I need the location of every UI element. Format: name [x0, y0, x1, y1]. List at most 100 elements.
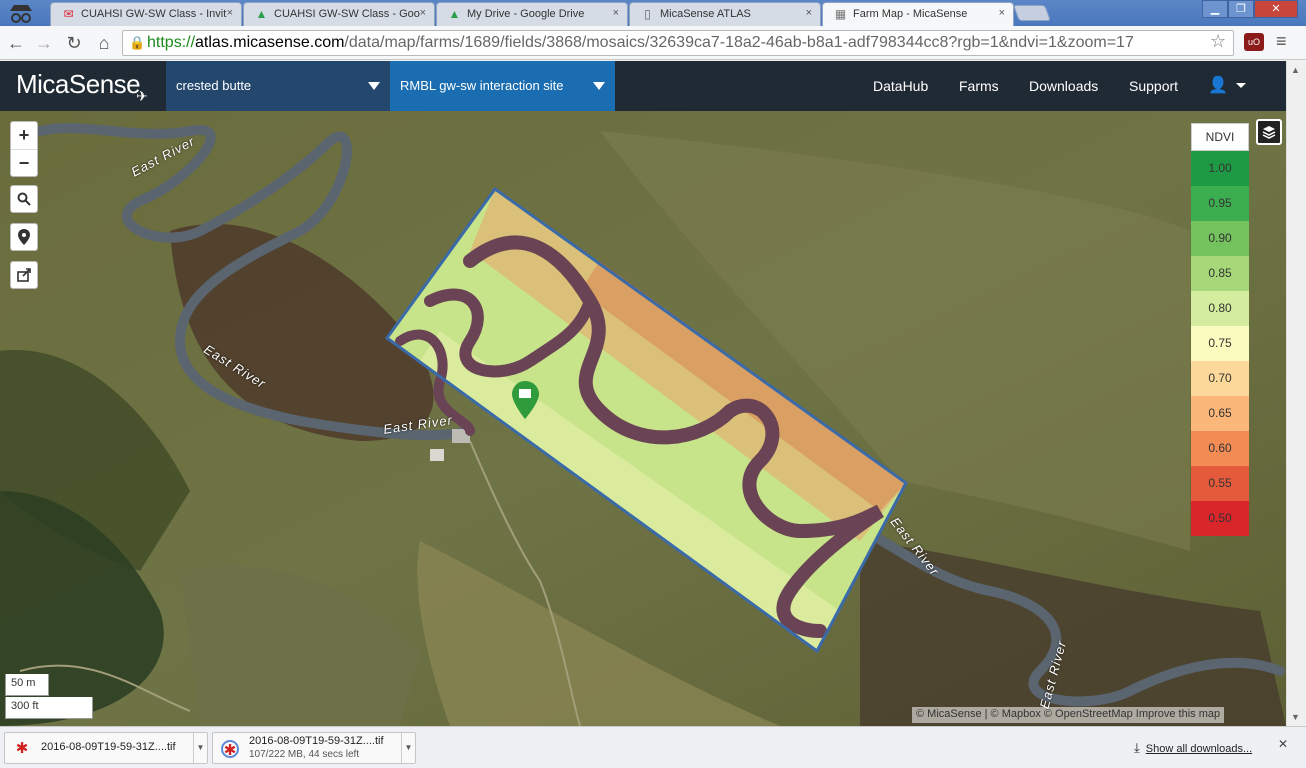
download-progress-text: 107/222 MB, 44 secs left	[249, 749, 360, 760]
ndvi-legend: NDVI 1.00 0.95 0.90 0.85 0.80 0.75 0.70 0.65 0.6…	[1191, 123, 1249, 536]
map-canvas[interactable]: East River East River East River East Ri…	[0, 111, 1286, 726]
close-icon[interactable]: ×	[420, 7, 426, 19]
legend-row: 0.65	[1191, 396, 1249, 431]
micasense-logo[interactable]: MicaSense✈	[16, 69, 151, 104]
gmail-icon: ✉	[63, 7, 74, 21]
lock-icon: 🔒	[129, 35, 146, 50]
reload-icon[interactable]: ↻	[62, 31, 86, 55]
share-icon[interactable]	[10, 261, 38, 289]
google-drive-icon: ▲	[255, 7, 268, 21]
tab-title: CUAHSI GW-SW Class - Invit	[81, 8, 227, 20]
back-icon[interactable]: ←	[4, 31, 28, 55]
maximize-button[interactable]: ❐	[1228, 0, 1254, 18]
show-all-downloads-link[interactable]: ⤓ Show all downloads...	[1134, 740, 1252, 756]
farm-select-dropdown[interactable]: crested butte	[166, 61, 390, 111]
chevron-down-icon[interactable]: ▼	[193, 733, 207, 763]
url-path: /data/map/farms/1689/fields/3868/mosaics…	[344, 34, 1134, 51]
tab-title: Farm Map - MicaSense	[853, 8, 968, 20]
map-attribution[interactable]: © MicaSense | © Mapbox © OpenStreetMap I…	[912, 707, 1225, 723]
user-menu[interactable]: 👤	[1208, 75, 1246, 95]
home-icon[interactable]: ⌂	[92, 31, 116, 55]
chevron-down-icon	[1235, 83, 1246, 89]
new-tab-button[interactable]	[1013, 5, 1051, 21]
download-item[interactable]: ✱ 2016-08-09T19-59-31Z....tif ▼	[4, 732, 208, 764]
scroll-down-icon[interactable]: ▼	[1291, 712, 1300, 722]
nav-downloads[interactable]: Downloads	[1029, 78, 1098, 94]
chevron-down-icon	[368, 82, 380, 90]
close-icon[interactable]: ×	[613, 7, 619, 19]
tab-my-drive[interactable]: ▲ My Drive - Google Drive ×	[436, 2, 628, 26]
legend-row: 0.50	[1191, 501, 1249, 536]
zoom-in-button[interactable]: +	[11, 122, 37, 149]
browser-tab-strip: ✉ CUAHSI GW-SW Class - Invit × ▲ CUAHSI …	[0, 0, 1306, 26]
hamburger-menu-icon[interactable]: ≡	[1276, 31, 1287, 52]
user-icon: 👤	[1208, 77, 1228, 94]
incognito-icon	[6, 2, 44, 24]
window-close-button[interactable]: ✕	[1254, 0, 1298, 18]
tab-micasense-atlas[interactable]: ▯ MicaSense ATLAS ×	[629, 2, 821, 26]
document-icon: ▯	[644, 7, 651, 21]
show-all-label: Show all downloads...	[1145, 743, 1253, 755]
zoom-out-button[interactable]: −	[11, 149, 37, 176]
app-navbar: MicaSense✈ crested butte RMBL gw-sw inte…	[0, 61, 1286, 111]
download-item[interactable]: ✱ 2016-08-09T19-59-31Z....tif 107/222 MB…	[212, 732, 416, 764]
url-host: atlas.micasense.com	[195, 34, 345, 51]
tif-file-icon: ✱	[15, 740, 29, 757]
forward-icon[interactable]: →	[32, 31, 56, 55]
bookmark-star-icon[interactable]: ☆	[1210, 31, 1226, 52]
legend-row: 1.00	[1191, 151, 1249, 186]
legend-row: 0.80	[1191, 291, 1249, 326]
legend-rows: 1.00 0.95 0.90 0.85 0.80 0.75 0.70 0.65 0.60 0.55…	[1191, 151, 1249, 536]
minimize-button[interactable]: ▁	[1202, 0, 1228, 18]
zoom-control: + −	[10, 121, 38, 177]
close-icon[interactable]: ×	[806, 7, 812, 19]
window-controls: ▁ ❐ ✕	[1202, 0, 1298, 18]
layers-icon[interactable]	[1256, 119, 1282, 145]
legend-title: NDVI	[1191, 123, 1249, 151]
ublock-extension-icon[interactable]: uO	[1244, 33, 1264, 51]
scale-bar-imperial: 300 ft	[5, 697, 93, 719]
download-filename: 2016-08-09T19-59-31Z....tif	[249, 735, 384, 747]
close-icon[interactable]: ✕	[1278, 737, 1288, 751]
download-bar: ✱ 2016-08-09T19-59-31Z....tif ▼ ✱ 2016-0…	[0, 726, 1306, 768]
chevron-down-icon[interactable]: ▼	[401, 733, 415, 763]
legend-row: 0.55	[1191, 466, 1249, 501]
legend-row: 0.95	[1191, 186, 1249, 221]
legend-row: 0.70	[1191, 361, 1249, 396]
address-bar[interactable]: 🔒 https://atlas.micasense.com/data/map/fa…	[122, 30, 1234, 56]
legend-row: 0.90	[1191, 221, 1249, 256]
tab-gmail[interactable]: ✉ CUAHSI GW-SW Class - Invit ×	[50, 2, 242, 26]
field-select-dropdown[interactable]: RMBL gw-sw interaction site	[390, 61, 615, 111]
legend-row: 0.85	[1191, 256, 1249, 291]
vertical-scrollbar[interactable]: ▲ ▼	[1286, 61, 1306, 726]
nav-datahub[interactable]: DataHub	[873, 78, 928, 94]
nav-support[interactable]: Support	[1129, 78, 1178, 94]
farm-select-label: crested butte	[176, 78, 252, 93]
tab-title: My Drive - Google Drive	[467, 8, 585, 20]
search-icon[interactable]	[10, 185, 38, 213]
legend-row: 0.75	[1191, 326, 1249, 361]
tab-drive-class[interactable]: ▲ CUAHSI GW-SW Class - Goo ×	[243, 2, 435, 26]
scale-bar-metric: 50 m	[5, 674, 49, 696]
airplane-icon: ✈	[136, 88, 148, 104]
tab-title: CUAHSI GW-SW Class - Goo	[274, 8, 420, 20]
satellite-imagery	[0, 111, 1286, 726]
map-pin-icon[interactable]	[10, 223, 38, 251]
close-icon[interactable]: ×	[227, 7, 233, 19]
micasense-icon: ▦	[834, 7, 847, 21]
browser-toolbar: ← → ↻ ⌂ 🔒 https://atlas.micasense.com/dat…	[0, 26, 1306, 60]
download-filename: 2016-08-09T19-59-31Z....tif	[41, 741, 176, 753]
logo-text: MicaSense	[16, 69, 141, 99]
nav-farms[interactable]: Farms	[959, 78, 999, 94]
close-icon[interactable]: ×	[999, 7, 1005, 19]
field-select-label: RMBL gw-sw interaction site	[400, 78, 564, 93]
tab-title: MicaSense ATLAS	[660, 8, 751, 20]
chevron-down-icon	[593, 82, 605, 90]
google-drive-icon: ▲	[448, 7, 461, 21]
download-icon: ⤓	[1134, 740, 1140, 755]
legend-row: 0.60	[1191, 431, 1249, 466]
scroll-up-icon[interactable]: ▲	[1291, 65, 1300, 75]
tif-file-icon: ✱	[221, 740, 239, 759]
url-scheme: https://	[147, 34, 196, 51]
tab-farm-map[interactable]: ▦ Farm Map - MicaSense ×	[822, 2, 1014, 26]
